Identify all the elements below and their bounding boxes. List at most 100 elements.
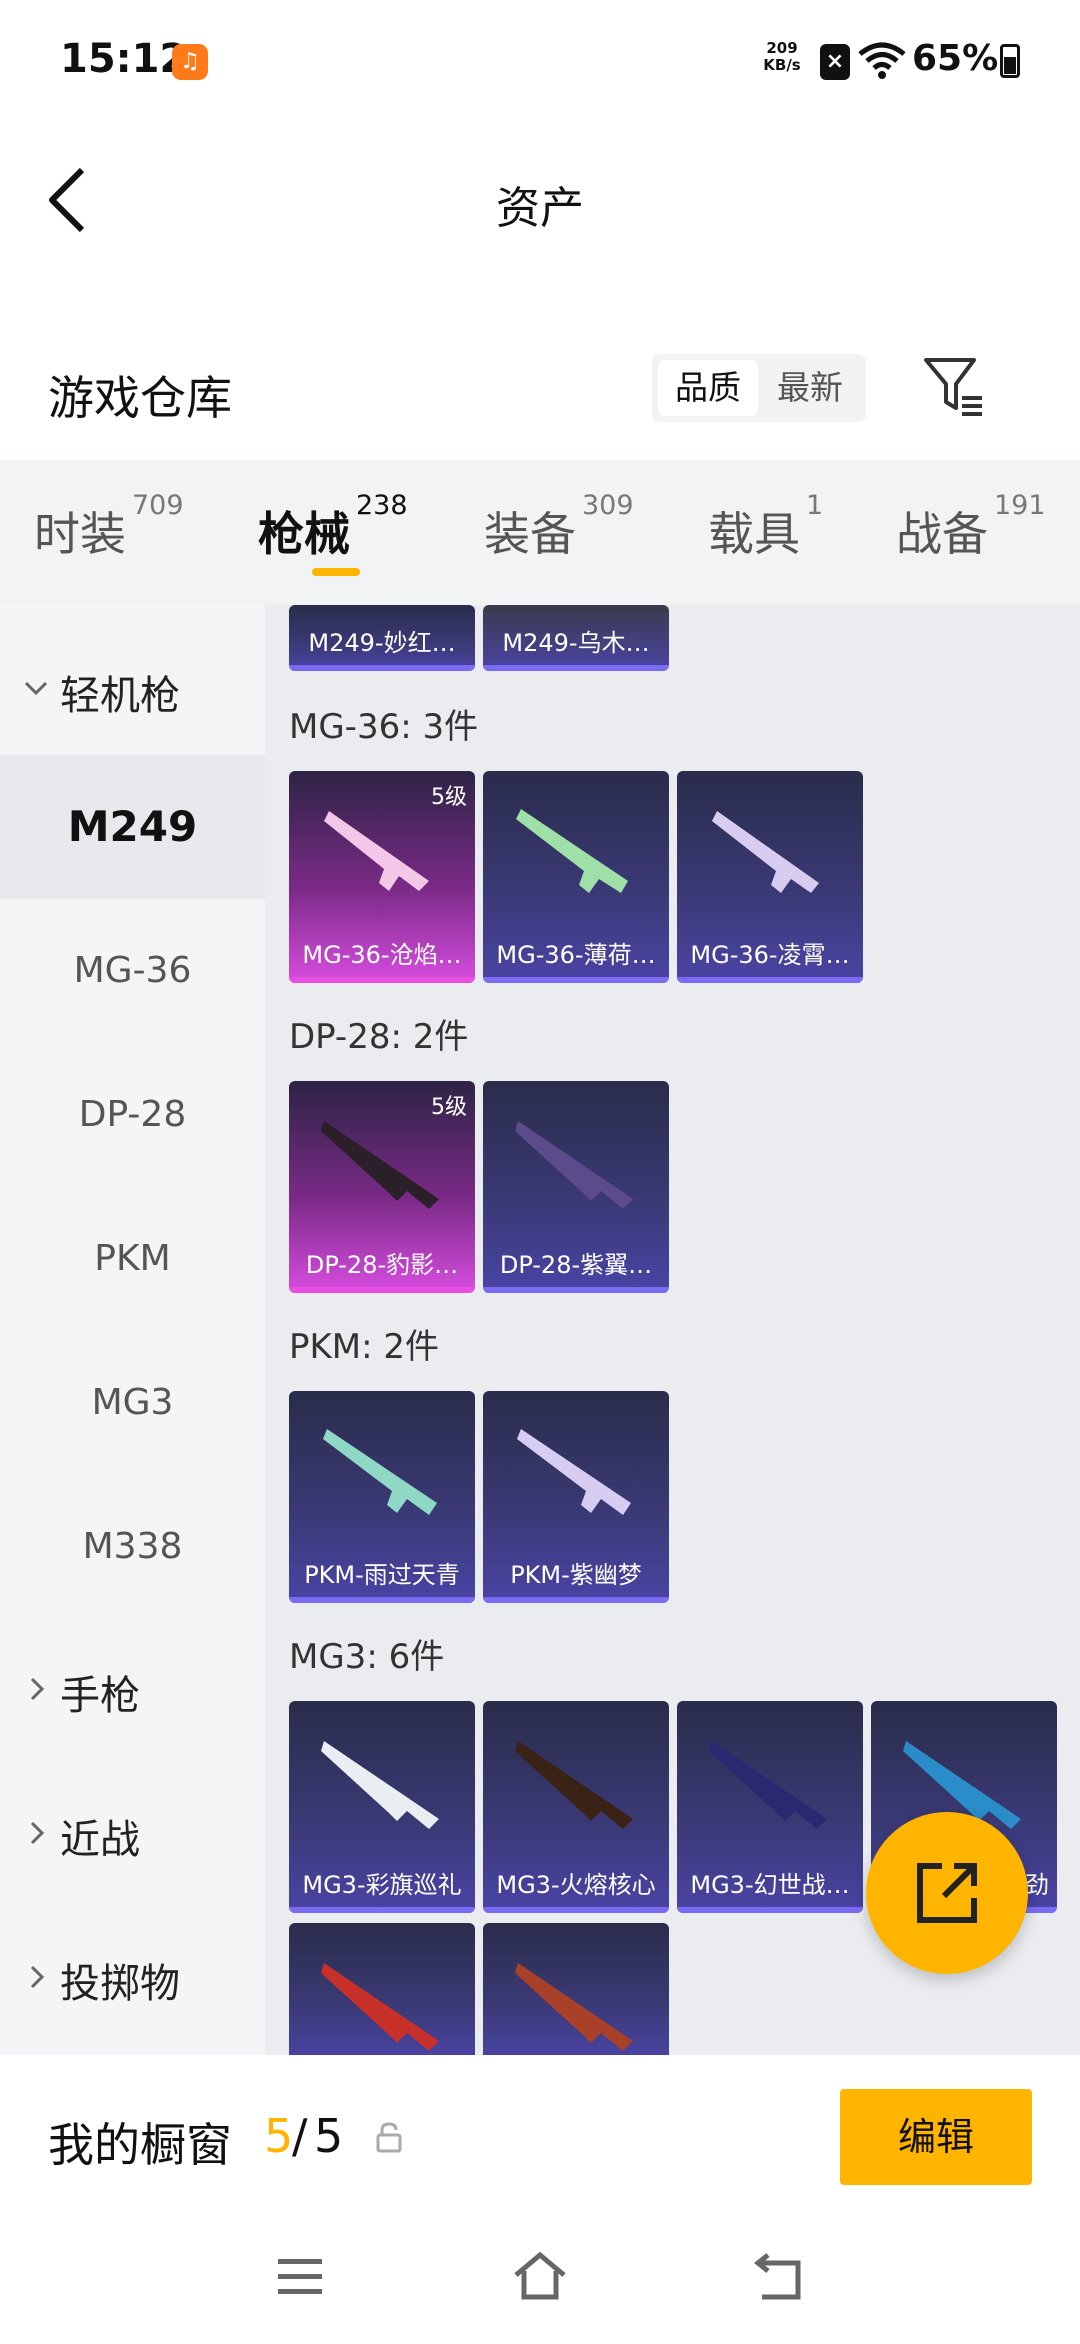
machine-gun-icon	[321, 1741, 439, 1829]
tab-supplies[interactable]: 战备191	[896, 490, 1046, 568]
rarity-bar	[677, 977, 863, 983]
return-icon[interactable]	[750, 2249, 810, 2305]
showcase-bar: 我的橱窗 5 / 5 编辑	[0, 2055, 1080, 2205]
tab-count: 191	[994, 490, 1046, 521]
rarity-bar	[289, 1287, 475, 1293]
rarity-bar	[483, 977, 669, 983]
tab-label: 载具	[708, 507, 800, 561]
tab-label: 战备	[896, 507, 988, 561]
section-title: PKM: 2件	[289, 1327, 440, 1367]
sidebar-group-label: 轻机枪	[60, 673, 180, 719]
weapon-card[interactable]	[289, 1923, 475, 2055]
rarity-bar	[289, 665, 475, 671]
weapon-card-name: MG3-火熔核心	[496, 1871, 656, 1899]
sidebar-item-m249[interactable]: M249	[0, 755, 265, 899]
tab-count: 1	[806, 490, 824, 521]
sort-toggle: 品质 最新	[652, 354, 866, 422]
weapon-card-name: MG-36-凌霄…	[690, 941, 850, 969]
section-title: DP-28: 2件	[289, 1017, 469, 1057]
sidebar-item-m338[interactable]: M338	[0, 1475, 265, 1619]
sidebar-group-melee[interactable]: 近战	[0, 1783, 265, 1883]
menu-icon[interactable]	[270, 2249, 330, 2305]
battery-icon	[1000, 44, 1020, 78]
tab-label: 枪械	[258, 507, 350, 561]
weapon-card[interactable]: DP-28-紫翼…	[483, 1081, 669, 1293]
rifle-icon	[321, 1121, 439, 1209]
edit-button[interactable]: 编辑	[840, 2089, 1032, 2185]
rifle-icon	[516, 809, 628, 893]
sidebar-group-pistol[interactable]: 手枪	[0, 1639, 265, 1739]
share-button[interactable]	[866, 1812, 1028, 1974]
machine-gun-icon	[515, 1741, 633, 1829]
sidebar-group-label: 手枪	[60, 1673, 140, 1719]
weapon-card[interactable]: M249-乌木…	[483, 605, 669, 671]
weapon-card[interactable]: MG3-彩旗巡礼	[289, 1701, 475, 1913]
lock-icon[interactable]	[374, 2121, 404, 2155]
tab-label: 装备	[484, 507, 576, 561]
sidebar-item-mg36[interactable]: MG-36	[0, 899, 265, 1043]
showcase-max: 5	[314, 2109, 344, 2163]
machine-gun-icon	[709, 1741, 827, 1829]
section-title: MG3: 6件	[289, 1637, 445, 1677]
tab-count: 238	[356, 490, 408, 521]
weapon-card[interactable]: MG3-火熔核心	[483, 1701, 669, 1913]
warehouse-title: 游戏仓库	[48, 371, 232, 425]
tab-fashion[interactable]: 时装709	[34, 490, 184, 568]
net-speed: 209 KB/s	[758, 40, 806, 74]
machine-gun-icon	[321, 1963, 439, 2051]
weapon-card-name: MG3-幻世战…	[690, 1871, 850, 1899]
weapon-card[interactable]: MG-36-凌霄…	[677, 771, 863, 983]
weapon-card[interactable]: PKM-雨过天青	[289, 1391, 475, 1603]
tab-vehicles[interactable]: 载具1	[708, 490, 823, 568]
page-title: 资产	[496, 183, 584, 234]
sort-option-quality[interactable]: 品质	[658, 360, 758, 416]
net-speed-unit: KB/s	[763, 56, 801, 74]
status-bar: 15:12 ♫ 209 KB/s × 65%	[0, 0, 1080, 120]
wifi-icon	[858, 42, 906, 79]
rarity-bar	[483, 665, 669, 671]
rifle-icon	[712, 811, 819, 893]
weapon-card-name: PKM-雨过天青	[304, 1561, 460, 1589]
showcase-current: 5	[264, 2109, 294, 2163]
machine-gun-icon	[517, 1429, 631, 1515]
tab-label: 时装	[34, 507, 126, 561]
rifle-icon	[324, 811, 429, 891]
chevron-right-icon	[30, 1821, 45, 1845]
rarity-bar	[677, 1907, 863, 1913]
rarity-bar	[483, 1287, 669, 1293]
sort-option-latest[interactable]: 最新	[760, 360, 860, 416]
sidebar-group-throwable[interactable]: 投掷物	[0, 1927, 265, 2027]
rarity-bar	[483, 1597, 669, 1603]
chevron-right-icon	[30, 1677, 45, 1701]
weapon-card-name: MG-36-沧焰…	[302, 941, 462, 969]
rifle-icon	[515, 1121, 633, 1209]
rarity-bar	[289, 1907, 475, 1913]
net-speed-value: 209	[766, 39, 798, 57]
tab-equipment[interactable]: 装备309	[484, 490, 634, 568]
weapon-card[interactable]: MG3-幻世战…	[677, 1701, 863, 1913]
home-icon[interactable]	[510, 2249, 570, 2305]
weapon-card[interactable]	[483, 1923, 669, 2055]
tab-firearms[interactable]: 枪械238	[258, 490, 408, 568]
sidebar-group-label: 投掷物	[60, 1961, 180, 2007]
weapon-card[interactable]: 5级 MG-36-沧焰…	[289, 771, 475, 983]
sidebar-item-pkm[interactable]: PKM	[0, 1187, 265, 1331]
machine-gun-icon	[323, 1429, 437, 1515]
category-tabs: 时装709 枪械238 装备309 载具1 战备191	[0, 460, 1080, 605]
weapon-card-name: M249-妙红…	[308, 629, 456, 657]
sidebar-group-lmg[interactable]: 轻机枪	[0, 639, 265, 739]
showcase-separator: /	[292, 2109, 308, 2163]
weapon-card[interactable]: MG-36-薄荷…	[483, 771, 669, 983]
weapon-card[interactable]: 5级 DP-28-豹影…	[289, 1081, 475, 1293]
chevron-down-icon	[24, 681, 48, 696]
sidebar-item-dp28[interactable]: DP-28	[0, 1043, 265, 1187]
machine-gun-icon	[515, 1963, 633, 2051]
section-title: MG-36: 3件	[289, 707, 479, 747]
sidebar-item-mg3[interactable]: MG3	[0, 1331, 265, 1475]
app-notification-icon: ♫	[172, 44, 208, 80]
filter-icon[interactable]	[922, 356, 986, 416]
weapon-card[interactable]: M249-妙红…	[289, 605, 475, 671]
weapon-sidebar: 轻机枪 M249 MG-36 DP-28 PKM MG3 M338 手枪 近战 …	[0, 605, 265, 2055]
weapon-card[interactable]: PKM-紫幽梦	[483, 1391, 669, 1603]
tab-count: 709	[132, 490, 184, 521]
